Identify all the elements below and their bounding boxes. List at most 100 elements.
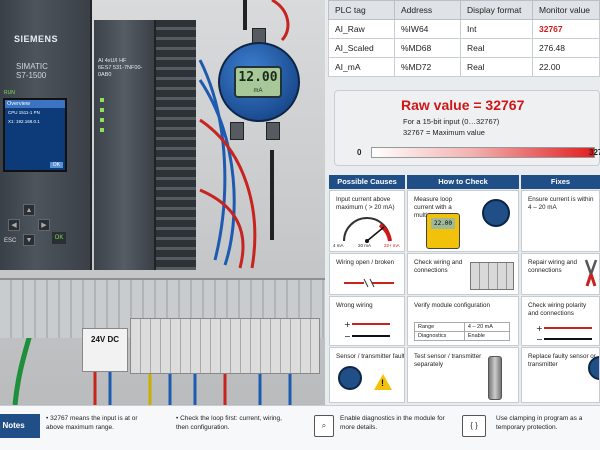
note-text: 32767 means the input is at or above max…	[46, 415, 138, 431]
fix-card: Check wiring polarity and connections + …	[521, 296, 600, 346]
pressure-transmitter: 12.00 mA	[210, 28, 302, 140]
quick-notes-tab[interactable]: Quick Notes	[0, 414, 40, 438]
svg-text:−: −	[344, 332, 351, 341]
cause-text: Sensor / transmitter fault	[336, 353, 405, 360]
transmitter-display: 12.00 mA	[234, 66, 282, 98]
gauge-label: 4 mA	[333, 243, 344, 248]
column-header-monitor[interactable]: Monitor value	[532, 0, 600, 20]
fix-card: Repair wiring and connections	[521, 253, 600, 295]
note-text: Use clamping in program as a temporary p…	[496, 415, 583, 431]
config-key: Diagnostics	[414, 331, 465, 341]
config-key: Range	[414, 322, 465, 332]
column-header-address[interactable]: Address	[394, 0, 461, 20]
range-min-label: 0	[357, 148, 362, 157]
terminal-blocks	[130, 318, 320, 374]
check-card: Check wiring and connections	[407, 253, 519, 295]
raw-value-note: 32767 = Maximum value	[403, 128, 485, 137]
table-row[interactable]: AI_Scaled %MD68 Real 276.48	[328, 38, 600, 58]
config-row: Diagnostics Enable	[414, 331, 511, 341]
cell-format: Real	[460, 57, 533, 77]
transmitter-icon	[482, 199, 510, 227]
pliers-icon	[584, 259, 598, 287]
terminal-block-icon	[470, 262, 514, 290]
raw-value-title: Raw value = 32767	[401, 97, 525, 113]
range-max-label: 32767	[589, 148, 600, 157]
raw-value-panel: Raw value = 32767 For a 15-bit input (0……	[334, 90, 600, 166]
polarity-wiring-icon: + −	[536, 324, 592, 343]
fix-card: Replace faulty sensor or transmitter	[521, 347, 600, 403]
fix-card: Ensure current is within 4 – 20 mA	[521, 190, 600, 252]
plc-tag-table: PLC tag Address Display format Monitor v…	[328, 0, 600, 77]
svg-text:+: +	[344, 320, 351, 329]
sensor-probe-icon	[488, 356, 502, 400]
header-possible-causes: Possible Causes	[329, 175, 405, 189]
note-item: Use clamping in program as a temporary p…	[496, 414, 596, 432]
transmitter-unit: mA	[253, 88, 263, 94]
cause-card: Wiring open / broken	[329, 253, 405, 295]
note-item: Enable diagnostics in the module for mor…	[340, 414, 450, 432]
config-row: Range 4 – 20 mA	[414, 322, 511, 332]
header-how-to-check: How to Check	[407, 175, 519, 189]
config-value: 4 – 20 mA	[463, 322, 511, 332]
transmitter-icon	[338, 366, 362, 390]
note-item: • 32767 means the input is at or above m…	[46, 414, 156, 432]
cause-text: Wrong wiring	[336, 302, 373, 309]
cell-format: Real	[460, 38, 533, 58]
cause-card: Input current above maximum ( > 20 mA) 4…	[329, 190, 405, 252]
header-fixes: Fixes	[521, 175, 600, 189]
check-text: Check wiring and connections	[414, 259, 463, 274]
polarity-wiring-icon: + −	[344, 320, 390, 341]
column-header-format[interactable]: Display format	[460, 0, 533, 20]
note-item: • Check the loop first: current, wiring,…	[176, 414, 296, 432]
raw-value-note: For a 15-bit input (0…32767)	[403, 117, 500, 126]
cell-monitor-value: 32767	[532, 19, 600, 39]
check-card: Test sensor / transmitter separately	[407, 347, 519, 403]
gauge-label: 20 mA	[358, 243, 372, 248]
cause-card: Wrong wiring + −	[329, 296, 405, 346]
check-card: Measure loop current with a multimeter 2…	[407, 190, 519, 252]
power-supply: 24V DC	[82, 328, 128, 372]
cause-text: Wiring open / broken	[336, 259, 395, 266]
cell-monitor-value: 22.00	[532, 57, 600, 77]
plc-cabinet-photo: SIEMENS SIMATIC S7-1500 RUN Overview CPU…	[0, 0, 325, 405]
warning-mark: !	[381, 378, 384, 388]
psu-label: 24V DC	[91, 335, 120, 344]
cell-tag: AI_Scaled	[328, 38, 395, 58]
gauge-icon	[343, 217, 392, 243]
check-text: Test sensor / transmitter separately	[414, 353, 482, 368]
cell-format: Int	[460, 19, 533, 39]
broken-wire-icon	[344, 278, 394, 288]
fix-text: Check wiring polarity and connections	[528, 302, 587, 317]
svg-text:−: −	[536, 335, 543, 343]
svg-text:+: +	[536, 324, 543, 333]
cell-address: %MD72	[394, 57, 461, 77]
cell-tag: AI_mA	[328, 57, 395, 77]
cause-text: Input current above maximum ( > 20 mA)	[336, 196, 395, 211]
magnifier-doc-icon: ⌕	[314, 415, 334, 437]
transmitter-icon	[588, 356, 599, 380]
transmitter-value: 12.00	[238, 70, 278, 85]
note-text: Enable diagnostics in the module for mor…	[340, 415, 445, 431]
cell-address: %IW64	[394, 19, 461, 39]
quick-notes-bar: Quick Notes • 32767 means the input is a…	[0, 405, 600, 450]
table-row[interactable]: AI_Raw %IW64 Int 32767	[328, 19, 600, 39]
cable-gland-icon	[266, 122, 280, 140]
cell-monitor-value: 276.48	[532, 38, 600, 58]
check-card: Verify module configuration Range 4 – 20 …	[407, 296, 519, 346]
range-bar	[371, 147, 595, 158]
quick-notes-label: Quick Notes	[0, 421, 25, 430]
cause-card: Sensor / transmitter fault !	[329, 347, 405, 403]
cell-address: %MD68	[394, 38, 461, 58]
fix-text: Ensure current is within 4 – 20 mA	[528, 196, 594, 211]
table-header-row: PLC tag Address Display format Monitor v…	[328, 0, 600, 20]
code-braces-icon: { }	[462, 415, 486, 437]
config-table: Range 4 – 20 mA Diagnostics Enable	[414, 322, 511, 341]
check-text: Verify module configuration	[414, 302, 490, 309]
meter-value: 22.00	[431, 218, 455, 229]
cell-tag: AI_Raw	[328, 19, 395, 39]
gauge-label: 22+ mA	[384, 243, 400, 248]
column-header-tag[interactable]: PLC tag	[328, 0, 395, 20]
cable-gland-icon	[230, 122, 244, 140]
table-row[interactable]: AI_mA %MD72 Real 22.00	[328, 57, 600, 77]
config-value: Enable	[463, 331, 511, 341]
